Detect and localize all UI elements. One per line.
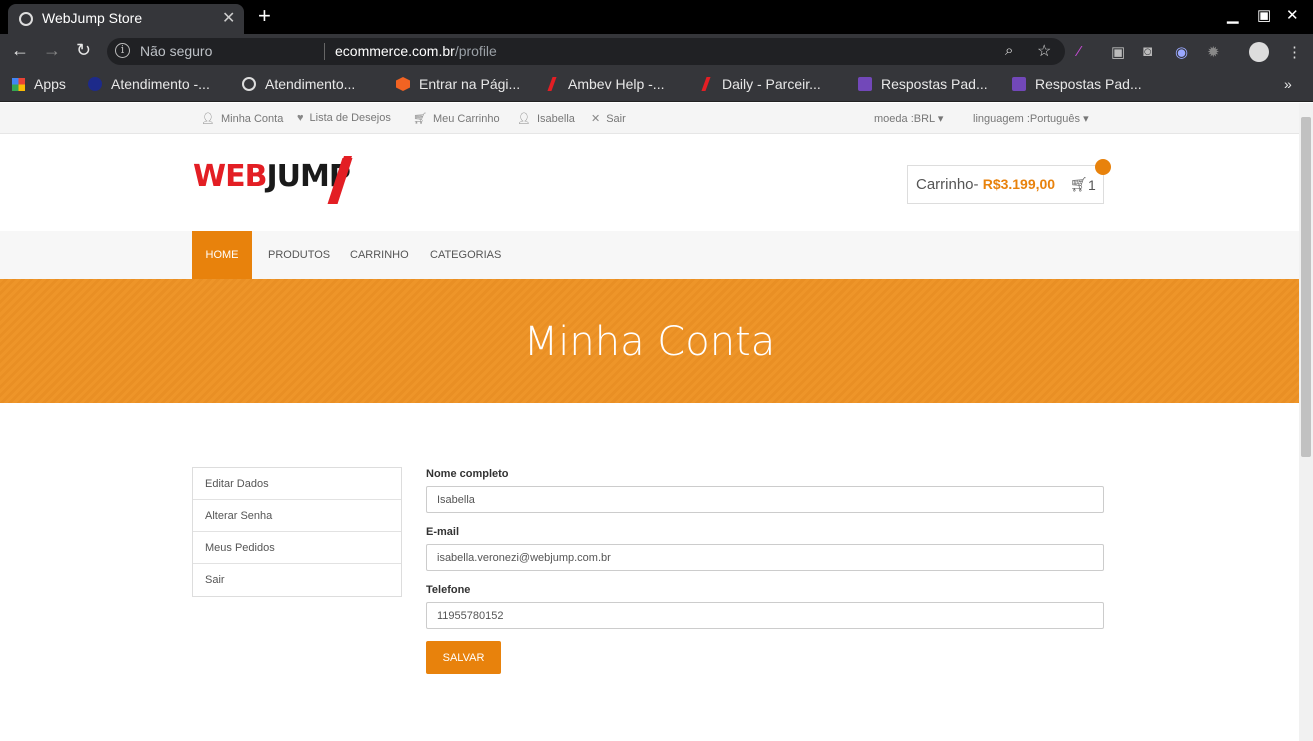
link-user[interactable]: 👤︎ Isabella — [517, 112, 575, 125]
scrollbar-thumb[interactable] — [1301, 117, 1311, 457]
magento-icon — [396, 77, 410, 91]
profile-avatar[interactable] — [1249, 42, 1269, 62]
zoom-icon[interactable]: ⌕ — [1005, 42, 1013, 59]
phone-label: Telefone — [426, 584, 471, 596]
sidebar-item-alterar-senha[interactable]: Alterar Senha — [193, 500, 401, 532]
cart-summary-button[interactable]: Carrinho- R$3.199,00 🛒︎ 1 — [907, 165, 1104, 204]
docs-icon — [858, 77, 872, 91]
page-banner: Minha Conta — [0, 279, 1299, 403]
bookmark-item[interactable]: Ambev Help -... — [547, 76, 664, 92]
nav-carrinho[interactable]: Carrinho — [334, 231, 425, 279]
url-text[interactable]: ecommerce.com.br/profile — [335, 43, 497, 59]
page-viewport: 👤︎ Minha Conta ♥ Lista de Desejos 🛒︎ Meu Ca… — [0, 103, 1299, 741]
globe-icon — [242, 77, 256, 91]
bookmark-item[interactable]: Daily - Parceir... — [701, 76, 821, 92]
caret-down-icon: ▾ — [937, 113, 944, 125]
save-button[interactable]: Salvar — [426, 641, 501, 674]
pip-extension-icon[interactable]: ▣ — [1111, 43, 1125, 61]
tab-title: WebJump Store — [42, 10, 143, 26]
nav-produtos[interactable]: Produtos — [252, 231, 346, 279]
minimize-icon[interactable]: ▁ — [1227, 6, 1239, 24]
link-lista-desejos[interactable]: ♥ Lista de Desejos — [297, 112, 391, 124]
close-window-icon[interactable]: ✕ — [1286, 6, 1299, 24]
webjump-logo[interactable]: WEBJUMP — [193, 156, 353, 204]
email-field[interactable] — [426, 544, 1104, 571]
divider — [324, 43, 325, 60]
heart-icon: ♥ — [297, 112, 304, 124]
cart-icon: 🛒︎ — [1070, 176, 1088, 192]
close-icon: ✕ — [591, 113, 601, 125]
name-field[interactable] — [426, 486, 1104, 513]
user-icon: 👤︎ — [517, 113, 531, 125]
menu-kebab-icon[interactable]: ⋮ — [1287, 43, 1302, 61]
name-label: Nome completo — [426, 468, 509, 480]
forward-icon[interactable]: → — [43, 40, 61, 61]
security-status: Não seguro — [140, 43, 213, 59]
language-dropdown[interactable]: linguagem :Português ▾ — [973, 112, 1089, 125]
browser-tab[interactable]: WebJump Store ✕ — [8, 4, 244, 34]
circle-extension-icon[interactable]: ◉ — [1175, 43, 1188, 61]
user-icon: 👤︎ — [201, 113, 215, 125]
address-bar[interactable]: i Não seguro ecommerce.com.br/profile ⌕ … — [107, 38, 1065, 65]
bookmark-apps[interactable]: Apps — [12, 76, 66, 92]
link-minha-conta[interactable]: 👤︎ Minha Conta — [201, 112, 283, 125]
new-tab-button[interactable]: + — [258, 3, 271, 29]
phone-field[interactable] — [426, 602, 1104, 629]
cart-count: 1 — [1088, 177, 1096, 193]
link-sair[interactable]: ✕ Sair — [591, 112, 626, 125]
bookmark-item[interactable]: Respostas Pad... — [1012, 76, 1142, 92]
gear-extension-icon[interactable]: ✹ — [1207, 43, 1220, 61]
account-sidebar: Editar Dados Alterar Senha Meus Pedidos … — [192, 467, 402, 597]
more-bookmarks-icon[interactable]: » — [1284, 76, 1292, 92]
site-icon — [88, 77, 102, 91]
currency-dropdown[interactable]: moeda :BRL ▾ — [874, 112, 943, 125]
camera-extension-icon[interactable]: ◙ — [1143, 43, 1152, 60]
cart-badge — [1095, 159, 1111, 175]
bookmark-item[interactable]: Entrar na Pági... — [396, 76, 520, 92]
bookmark-star-icon[interactable]: ☆ — [1037, 41, 1051, 61]
bookmark-item[interactable]: Atendimento... — [242, 76, 355, 92]
apps-grid-icon — [12, 78, 25, 91]
globe-icon — [19, 12, 33, 26]
nav-home[interactable]: Home — [192, 231, 252, 279]
page-title: Minha Conta — [523, 319, 776, 365]
reload-icon[interactable]: ↻ — [76, 40, 91, 61]
caret-down-icon: ▾ — [1083, 113, 1089, 125]
email-label: E-mail — [426, 526, 460, 538]
maximize-icon[interactable]: ▣ — [1257, 6, 1271, 24]
bookmark-item[interactable]: Respostas Pad... — [858, 76, 988, 92]
cart-price: R$3.199,00 — [982, 176, 1056, 192]
cart-label: Carrinho- — [916, 176, 979, 193]
info-icon[interactable]: i — [115, 43, 130, 58]
sidebar-item-meus-pedidos[interactable]: Meus Pedidos — [193, 532, 401, 564]
sidebar-item-sair[interactable]: Sair — [193, 564, 401, 596]
nav-categorias[interactable]: Categorias — [414, 231, 517, 279]
docs-icon — [1012, 77, 1026, 91]
cart-icon: 🛒︎ — [413, 113, 427, 125]
back-icon[interactable]: ← — [11, 40, 29, 61]
bookmark-item[interactable]: Atendimento -... — [88, 76, 210, 92]
link-meu-carrinho[interactable]: 🛒︎ Meu Carrinho — [413, 112, 500, 125]
sidebar-item-editar-dados[interactable]: Editar Dados — [193, 468, 401, 500]
pen-extension-icon[interactable]: ⁄ — [1078, 43, 1081, 60]
top-utility-bar — [0, 103, 1299, 134]
close-tab-icon[interactable]: ✕ — [222, 8, 235, 28]
